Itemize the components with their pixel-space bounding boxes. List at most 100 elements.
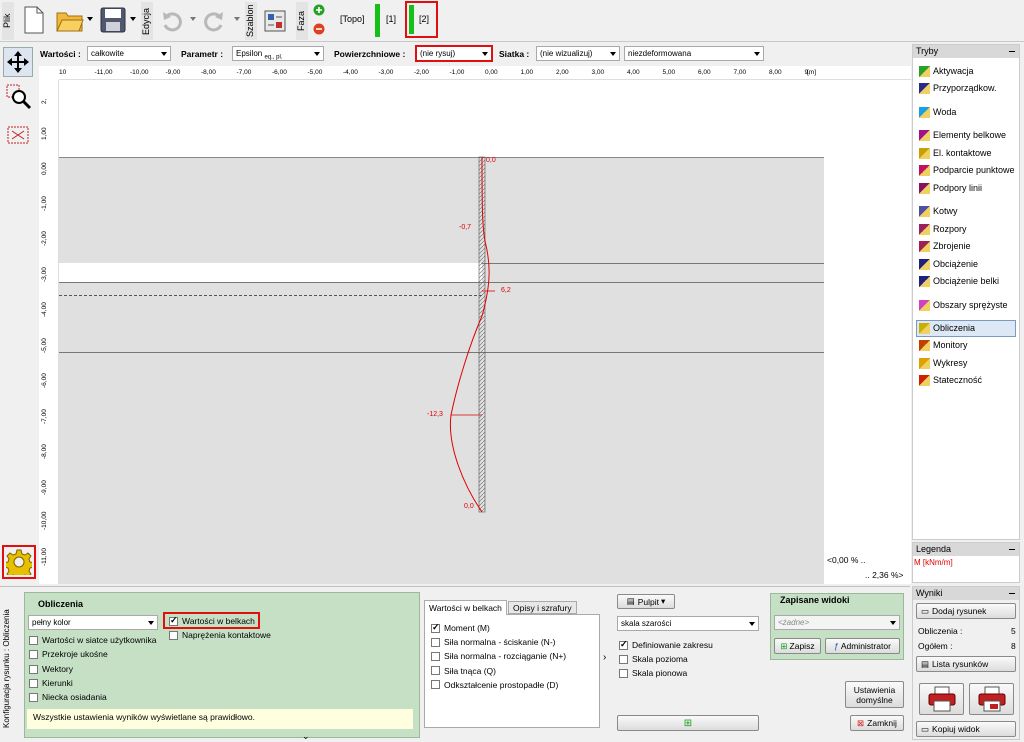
mode-item[interactable]: Stateczność [919,372,1017,388]
save-view-button[interactable]: ⊞ Zapisz [774,638,821,654]
add-phase-button[interactable] [312,3,326,17]
color-mode-select[interactable]: pełny kolor [28,615,158,630]
zoom-extents-button[interactable] [5,122,31,148]
beam-value-option[interactable]: Siła normalna - rozciąganie (N+) [431,651,566,661]
powierzchniowe-select[interactable]: (nie rysuj) [415,45,493,62]
undo-button[interactable] [158,6,186,36]
zoom-icon [6,84,32,110]
beam-value-option[interactable]: Siła normalna - ściskanie (N-) [431,637,555,647]
drawing-list-button[interactable]: ▤ Lista rysunków [916,656,1016,672]
mode-icon [919,182,930,194]
administrator-button[interactable]: ƒ Administrator [825,638,900,654]
mode-item[interactable]: Rozpory [919,221,1017,237]
zoom-button[interactable] [5,83,33,111]
add-drawing-button[interactable]: ▭ Dodaj rysunek [916,603,1016,619]
close-button[interactable]: ⊠ Zamknij [850,715,904,731]
mode-item[interactable]: Podparcie punktowe [919,162,1017,178]
beam-value-option[interactable]: Siła tnąca (Q) [431,666,496,676]
gear-icon [6,549,32,575]
undo-dropdown-arrow[interactable] [190,17,196,21]
deformation-select[interactable]: niezdeformowana [624,46,764,61]
apply-button[interactable]: ⊞ [617,715,759,731]
pulpit-button[interactable]: ▤ Pulpit ▾ [617,594,675,609]
beam-values-checkbox[interactable]: Wartości w belkach [169,615,255,626]
saved-views-select[interactable]: <żadne> [774,615,900,630]
mode-item[interactable]: Aktywacja [919,63,1017,79]
save-dropdown-arrow[interactable] [130,17,136,21]
redo-dropdown-arrow[interactable] [234,17,240,21]
phase-tab-topo[interactable]: [Topo] [340,14,365,24]
redo-button[interactable] [200,6,228,36]
mode-item[interactable]: Obciążenie [919,256,1017,272]
mode-item[interactable]: Monitory [919,337,1017,353]
range-checkbox[interactable]: Definiowanie zakresu [619,639,713,650]
mode-item[interactable]: Wykresy [919,355,1017,371]
remove-phase-button[interactable] [312,22,326,36]
pan-button[interactable] [3,47,33,77]
mode-label: Aktywacja [933,66,974,76]
settings-button[interactable] [2,545,36,579]
mode-label: Kotwy [933,206,958,216]
mode-item[interactable]: El. kontaktowe [919,145,1017,161]
checkbox-icon [431,622,440,633]
vectors-checkbox[interactable]: Wektory [29,664,73,674]
open-file-button[interactable] [53,4,87,36]
tab-beam-values[interactable]: Wartości w belkach [424,600,507,615]
beam-values-label: Wartości w belkach [182,616,255,626]
print-button[interactable] [919,683,964,715]
mode-item[interactable]: Podpory linii [919,180,1017,196]
hscale-checkbox[interactable]: Skala pozioma [619,654,688,664]
template-button[interactable] [262,6,288,36]
print-export-button[interactable] [969,683,1014,715]
mode-item[interactable]: Obliczenia [919,320,1017,336]
mode-icon [919,258,930,270]
skew-sections-checkbox[interactable]: Przekroje ukośne [29,649,108,659]
mode-item[interactable]: Obszary sprężyste [919,297,1017,313]
administrator-label: Administrator [840,641,891,651]
menu-faza[interactable]: Faza [296,2,308,40]
save-file-button[interactable] [98,4,128,36]
beam-value-option[interactable]: Moment (M) [431,622,490,633]
phase-tab-1[interactable]: [1] [386,14,396,24]
settlement-checkbox[interactable]: Niecka osiadania [29,692,107,702]
mode-item[interactable]: Obciążenie belki [919,273,1017,289]
grid-values-checkbox[interactable]: Wartości w siatce użytkownika [29,635,156,645]
default-settings-label-1: Ustawienia [853,684,896,695]
scale-select[interactable]: skala szarości [617,616,759,631]
parametr-select[interactable]: Epsilon eq., pl. [232,46,324,61]
copy-view-button[interactable]: ▭ Kopiuj widok [916,721,1016,737]
drawing-area[interactable]: 10 -11,00 -10,00 -9,00 -8,00 -7,00 -6,00 -5,00-… [39,66,911,584]
calc-section-title: Obliczenia [38,599,84,609]
open-dropdown-arrow[interactable] [87,17,93,21]
menu-plik[interactable]: Plik [2,2,14,40]
mode-item[interactable]: Przyporządkow. [919,80,1017,96]
beam-value-label: Siła normalna - rozciąganie (N+) [444,651,567,662]
mode-item[interactable]: Elementy belkowe [919,127,1017,143]
bottom-collapse-arrow[interactable]: ⌄ [302,731,310,742]
new-file-button[interactable] [20,4,48,36]
expand-arrow[interactable]: › [603,652,606,663]
beam-value-option[interactable]: Odkształcenie prostopadłe (D) [431,680,558,690]
mode-item[interactable]: Kotwy [919,203,1017,219]
hscale-label: Skala pozioma [632,654,688,664]
legend-title: Legenda [913,543,1019,556]
directions-checkbox[interactable]: Kierunki [29,678,73,688]
minus-icon [313,23,325,35]
mode-item[interactable]: Zbrojenie [919,238,1017,254]
mode-icon [919,223,930,235]
tab-descriptions[interactable]: Opisy i szrafury [508,601,577,614]
vscale-checkbox[interactable]: Skala pionowa [619,668,687,678]
mode-icon [919,322,930,334]
checkbox-icon [619,639,628,650]
menu-edycja[interactable]: Edycja [141,2,153,40]
printer-export-icon [978,686,1005,712]
phase-tab-2-highlight[interactable]: [2] [405,1,438,38]
default-settings-button[interactable]: Ustawienia domyślne [845,681,904,708]
mode-label: Obciążenie belki [933,276,1000,286]
mode-item[interactable]: Woda [919,104,1017,120]
wartosci-select[interactable]: całkowite [87,46,171,61]
plus-icon [313,4,325,16]
menu-szablon[interactable]: Szablon [245,2,257,40]
contact-stress-checkbox[interactable]: Naprężenia kontaktowe [169,630,271,640]
siatka-select[interactable]: (nie wizualizuj) [536,46,620,61]
